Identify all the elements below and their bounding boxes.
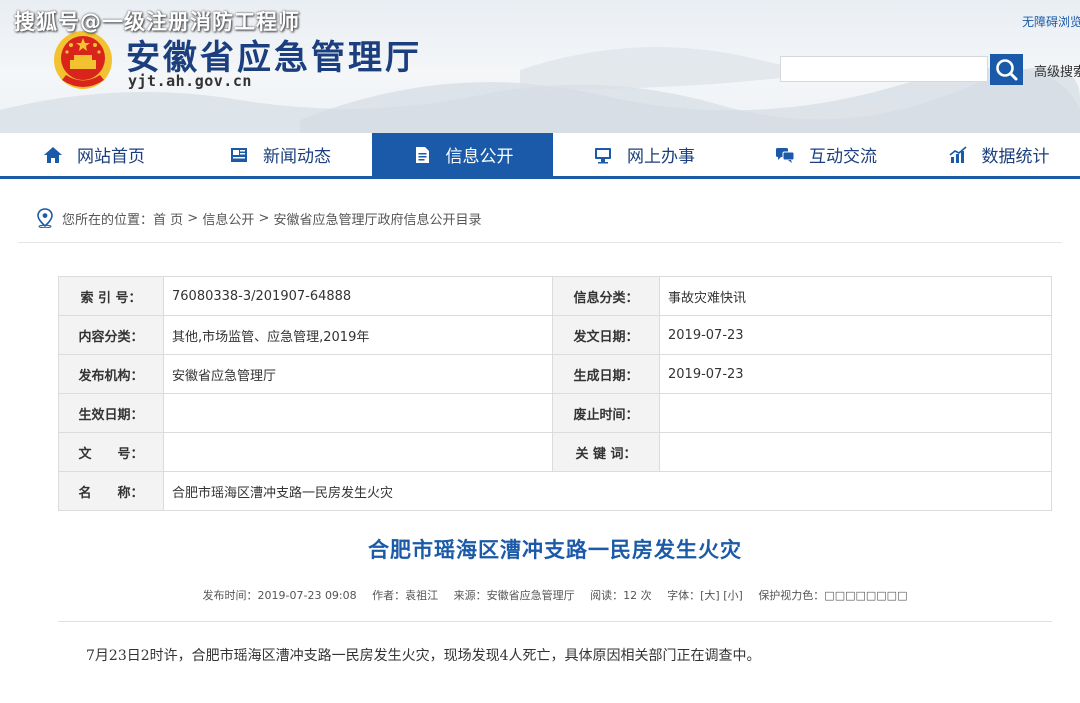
name-value: 合肥市瑶海区漕冲支路一民房发生火灾 [163,471,1052,511]
content-category-value: 其他,市场监管、应急管理,2019年 [163,315,553,355]
watermark-text: 搜狐号@一级注册消防工程师 [14,10,300,34]
nav-item-info-disclosure[interactable]: 信息公开 [372,133,553,176]
location-pin-icon [37,208,53,228]
breadcrumb-directory[interactable]: 安徽省应急管理厅政府信息公开目录 [274,209,482,228]
publisher-value: 安徽省应急管理厅 [163,354,553,394]
advanced-search-link[interactable]: 高级搜索 [1034,61,1080,80]
created-date-value: 2019-07-23 [659,354,1052,394]
divider [58,621,1052,622]
issue-date-value: 2019-07-23 [659,315,1052,355]
nav-item-label: 网站首页 [77,147,145,167]
breadcrumb-prefix: 您所在的位置： [62,212,154,228]
breadcrumb-info-disclosure[interactable]: 信息公开 [202,209,254,228]
nav-item-label: 新闻动态 [263,147,331,167]
info-metadata-table: 索 引 号： 76080338-3/201907-64888 信息分类： 事故灾… [58,276,1052,511]
bar-chart-icon [949,145,967,163]
monitor-icon [595,147,611,163]
expiry-time-value [659,393,1052,433]
author: 作者：袁祖江 [372,589,439,602]
name-label: 名 称： [58,471,164,511]
nav-item-label: 互动交流 [809,147,877,167]
table-row: 发布机构： 安徽省应急管理厅 生成日期： 2019-07-23 [58,354,1052,394]
nav-item-label: 数据统计 [981,147,1050,167]
main-nav: 网站首页 新闻动态 信息公开 网上办事 互动交流 数据统计 [0,133,1080,179]
keywords-value [659,432,1052,472]
read-count: 阅读：12 次 [590,589,652,602]
breadcrumb: 您所在的位置： 首 页 > 信息公开 > 安徽省应急管理厅政府信息公开目录 [18,194,1062,243]
breadcrumb-separator: > [183,210,203,226]
table-row: 生效日期： 废止时间： [58,393,1052,433]
effective-date-label: 生效日期： [58,393,164,433]
nav-item-online-services[interactable]: 网上办事 [553,133,735,176]
accessibility-link[interactable]: 无障碍浏览 [1022,13,1080,30]
source: 来源：安徽省应急管理厅 [453,589,575,602]
issue-date-label: 发文日期： [552,315,660,355]
site-header: 搜狐号@一级注册消防工程师 安徽省应急管理厅 yjt.ah.gov.cn 无障碍… [0,0,1080,133]
home-icon [44,146,62,163]
info-category-label: 信息分类： [552,276,660,316]
publisher-label: 发布机构： [58,354,164,394]
site-url: yjt.ah.gov.cn [128,72,252,90]
nav-item-interaction[interactable]: 互动交流 [735,133,917,176]
national-emblem-icon [54,31,112,89]
content-category-label: 内容分类： [58,315,164,355]
nav-item-label: 网上办事 [627,147,695,167]
table-row: 名 称： 合肥市瑶海区漕冲支路一民房发生火灾 [58,471,1052,511]
eye-care-color-picker[interactable]: 保护视力色：□□□□□□□□ [758,589,907,602]
index-number-value: 76080338-3/201907-64888 [163,276,553,316]
nav-item-statistics[interactable]: 数据统计 [917,133,1080,176]
nav-item-home[interactable]: 网站首页 [0,133,188,176]
news-icon [231,147,247,162]
nav-item-label: 信息公开 [445,147,514,167]
search-input[interactable] [780,56,988,82]
article-title: 合肥市瑶海区漕冲支路一民房发生火灾 [368,538,742,562]
document-number-label: 文 号： [58,432,164,472]
info-category-value: 事故灾难快讯 [659,276,1052,316]
publish-time: 发布时间：2019-07-23 09:08 [202,589,357,602]
article-meta: 发布时间：2019-07-23 09:08 作者：袁祖江 来源：安徽省应急管理厅… [0,587,1080,603]
search-button[interactable] [990,54,1023,85]
breadcrumb-home[interactable]: 首 页 [153,209,183,228]
table-row: 文 号： 关 键 词： [58,432,1052,472]
effective-date-value [163,393,553,433]
expiry-time-label: 废止时间： [552,393,660,433]
table-row: 内容分类： 其他,市场监管、应急管理,2019年 发文日期： 2019-07-2… [58,315,1052,355]
table-row: 索 引 号： 76080338-3/201907-64888 信息分类： 事故灾… [58,276,1052,316]
document-icon [415,146,429,163]
nav-item-news[interactable]: 新闻动态 [188,133,372,176]
article-body: 7月23日2时许，合肥市瑶海区漕冲支路一民房发生火灾，现场发现4人死亡，具体原因… [86,648,761,664]
font-size-control[interactable]: 字体：[大] [小] [667,589,743,602]
search-icon [996,59,1018,81]
index-number-label: 索 引 号： [58,276,164,316]
keywords-label: 关 键 词： [552,432,660,472]
created-date-label: 生成日期： [552,354,660,394]
chat-icon [776,147,795,163]
document-number-value [163,432,553,472]
breadcrumb-separator: > [254,210,274,226]
